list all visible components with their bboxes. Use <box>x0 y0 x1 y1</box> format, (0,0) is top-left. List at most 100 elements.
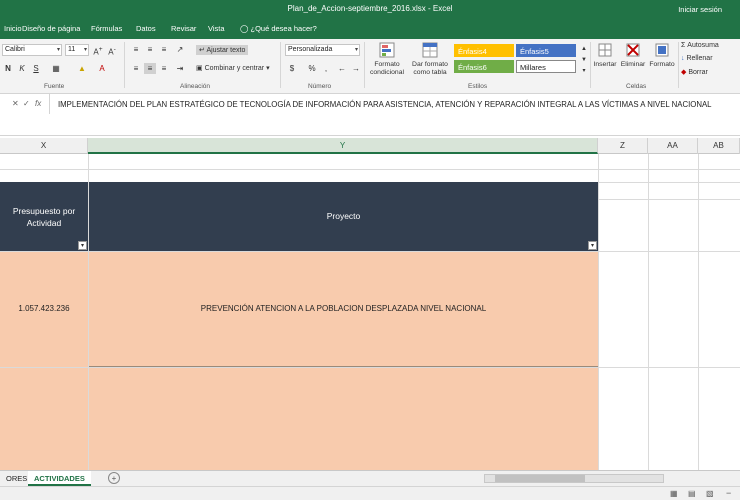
column-header-z[interactable]: Z <box>598 138 648 154</box>
more-styles-icon[interactable]: ▾ <box>578 66 590 77</box>
borders-icon[interactable]: ▦ <box>50 63 62 74</box>
font-color-icon[interactable]: A <box>96 63 108 74</box>
grow-font-icon[interactable]: A+ <box>92 44 104 57</box>
fill-color-icon[interactable]: ▲ <box>76 63 88 74</box>
tab-page-layout[interactable]: Diseño de página <box>22 24 80 33</box>
scroll-down-icon[interactable]: ▼ <box>578 55 590 66</box>
orientation-icon[interactable]: ↗ <box>174 44 186 55</box>
alignment-group-label: Alineación <box>180 83 210 90</box>
insert-cells-icon <box>598 43 612 57</box>
column-headers: X Y Z AA AB <box>0 138 740 154</box>
column-header-x[interactable]: X <box>0 138 88 154</box>
table-header-proyecto[interactable]: Proyecto ▾ <box>89 182 598 251</box>
table-header-presupuesto[interactable]: Presupuesto por Actividad ▾ <box>0 182 88 251</box>
tab-home[interactable]: Inicio <box>4 24 22 33</box>
tab-data[interactable]: Datos <box>136 24 156 33</box>
confirm-icon[interactable]: ✓ <box>23 99 30 108</box>
table-header-label: Proyecto <box>326 211 361 221</box>
conditional-format-button[interactable]: Formato condicional <box>366 41 408 77</box>
style-accent6[interactable]: Énfasis6 <box>454 60 514 73</box>
align-bottom-icon[interactable]: ≡ <box>158 44 170 55</box>
fill-down-icon: ↓ <box>681 55 685 62</box>
style-accent4[interactable]: Énfasis4 <box>454 44 514 57</box>
format-button[interactable]: Formato <box>648 41 676 69</box>
tell-me-text: ¿Qué desea hacer? <box>250 24 317 33</box>
grid-line <box>648 154 649 470</box>
sign-in-link[interactable]: Iniciar sesión <box>678 5 722 14</box>
column-header-ab[interactable]: AB <box>698 138 740 154</box>
wrap-text-button[interactable]: ↵ Ajustar texto <box>196 45 249 55</box>
lightbulb-icon: ◯ <box>240 24 249 33</box>
tab-formulas[interactable]: Fórmulas <box>91 24 122 33</box>
font-group-label: Fuente <box>44 83 65 90</box>
scroll-up-icon[interactable]: ▲ <box>578 44 590 55</box>
zoom-out-icon[interactable]: − <box>726 488 731 498</box>
eraser-icon: ◆ <box>681 69 687 76</box>
clear-label: Borrar <box>688 69 708 76</box>
add-sheet-icon[interactable]: + <box>108 472 120 484</box>
chevron-down-icon: ▾ <box>354 47 358 53</box>
sheet-grid[interactable]: Presupuesto por Actividad ▾ Proyecto ▾ 1… <box>0 154 740 470</box>
align-middle-icon[interactable]: ≡ <box>144 44 156 55</box>
table-cell-presupuesto[interactable] <box>0 368 88 470</box>
merge-icon: ▣ <box>196 65 203 72</box>
style-accent5[interactable]: Énfasis5 <box>516 44 576 57</box>
style-thousands[interactable]: Millares <box>516 60 576 73</box>
filter-dropdown-icon[interactable]: ▾ <box>588 241 597 250</box>
tell-me-box[interactable]: ◯ ¿Qué desea hacer? <box>240 24 317 33</box>
number-format-combo[interactable]: Personalizada ▾ <box>285 44 360 56</box>
autosum-label: Autosuma <box>687 42 719 49</box>
tab-view[interactable]: Vista <box>208 24 225 33</box>
page-layout-view-icon[interactable]: ▤ <box>688 489 696 498</box>
clear-button[interactable]: ◆ Borrar <box>681 68 708 76</box>
format-as-table-button[interactable]: Dar formato como tabla <box>408 41 452 77</box>
font-size-combo[interactable]: 11 ▾ <box>65 44 89 56</box>
table-cell-proyecto[interactable] <box>89 368 598 470</box>
increase-decimal-icon[interactable]: ← <box>336 63 348 74</box>
table-cell-presupuesto[interactable]: 1.057.423.236 <box>0 252 88 367</box>
currency-icon[interactable]: $ <box>286 63 298 74</box>
grid-line <box>698 154 699 470</box>
cancel-icon[interactable]: ✕ <box>12 99 19 108</box>
align-center-icon[interactable]: ≡ <box>144 63 156 74</box>
decrease-decimal-icon[interactable]: → <box>350 63 362 74</box>
window-title: Plan_de_Accion-septiembre_2016.xlsx - Ex… <box>287 4 453 13</box>
underline-icon[interactable]: S <box>30 63 42 74</box>
bold-icon[interactable]: N <box>2 63 14 74</box>
cells-group-label: Celdas <box>626 83 647 90</box>
function-icon[interactable]: fx <box>35 99 41 108</box>
column-header-y[interactable]: Y <box>88 138 598 154</box>
insert-button[interactable]: Insertar <box>592 41 618 69</box>
status-bar: ▦ ▤ ▧ − <box>0 486 740 500</box>
percent-icon[interactable]: % <box>306 63 318 74</box>
table-cell-proyecto[interactable]: PREVENCIÓN ATENCION A LA POBLACION DESPL… <box>89 252 598 367</box>
ribbon-tabs: Inicio Diseño de página Fórmulas Datos R… <box>0 19 740 39</box>
indent-icon[interactable]: ⇥ <box>174 63 186 74</box>
page-break-view-icon[interactable]: ▧ <box>706 489 714 498</box>
normal-view-icon[interactable]: ▦ <box>670 489 678 498</box>
filter-dropdown-icon[interactable]: ▾ <box>78 241 87 250</box>
align-top-icon[interactable]: ≡ <box>130 44 142 55</box>
shrink-font-icon[interactable]: A- <box>106 44 118 57</box>
delete-button[interactable]: Eliminar <box>618 41 648 69</box>
sheet-tab-actividades[interactable]: ACTIVIDADES <box>28 471 91 486</box>
font-name-value: Calibri <box>5 46 25 53</box>
align-left-icon[interactable]: ≡ <box>130 63 142 74</box>
column-header-aa[interactable]: AA <box>648 138 698 154</box>
align-right-icon[interactable]: ≡ <box>158 63 170 74</box>
tab-review[interactable]: Revisar <box>171 24 196 33</box>
merge-center-button[interactable]: ▣ Combinar y centrar ▾ <box>196 64 270 72</box>
thousands-icon[interactable]: , <box>320 63 332 74</box>
number-group-label: Número <box>308 83 332 90</box>
group-divider <box>280 42 281 88</box>
fill-button[interactable]: ↓ Rellenar <box>681 55 713 62</box>
scrollbar-thumb[interactable] <box>495 475 585 482</box>
font-name-combo[interactable]: Calibri ▾ <box>2 44 62 56</box>
horizontal-scrollbar[interactable] <box>484 474 664 483</box>
group-divider <box>678 42 679 88</box>
autosum-button[interactable]: Σ Autosuma <box>681 42 719 49</box>
grid-line <box>0 169 740 170</box>
italic-icon[interactable]: K <box>16 63 28 74</box>
formula-content[interactable]: IMPLEMENTACIÓN DEL PLAN ESTRATÉGICO DE T… <box>58 100 712 109</box>
wrap-text-icon: ↵ <box>199 47 205 54</box>
